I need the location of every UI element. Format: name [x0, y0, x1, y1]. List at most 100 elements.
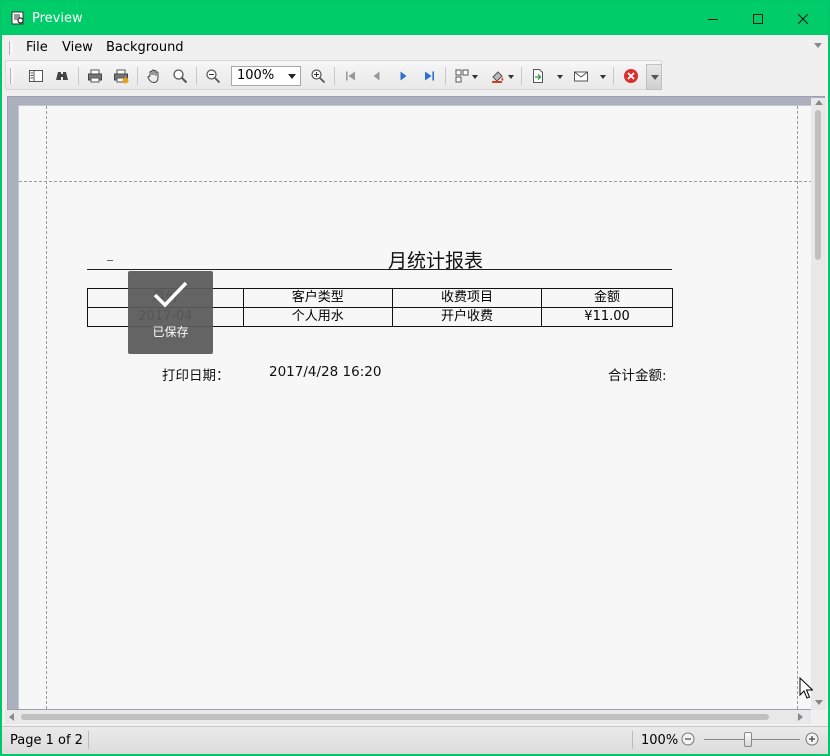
toolbar-separator [613, 67, 614, 85]
zoom-select-value: 100% [237, 68, 275, 83]
toolbar-grip[interactable] [10, 68, 13, 84]
close-button[interactable] [780, 2, 826, 35]
margin-guide-top [19, 181, 817, 182]
scroll-up-icon[interactable] [815, 100, 823, 105]
hand-tool-icon [147, 69, 159, 84]
toolbar-separator [78, 67, 79, 85]
horizontal-scroll-thumb[interactable] [21, 714, 769, 720]
first-page-button[interactable] [340, 65, 362, 87]
chevron-down-icon [288, 74, 296, 79]
zoom-out-icon[interactable] [681, 732, 695, 746]
toolbar-separator [137, 67, 138, 85]
window-title: Preview [32, 11, 83, 26]
margin-guide-right [797, 106, 798, 709]
menu-background[interactable]: Background [106, 40, 184, 55]
multiple-pages-icon [455, 69, 469, 83]
app-icon [11, 11, 24, 25]
zoom-in-icon [311, 69, 326, 84]
menu-bar: File View Background [2, 35, 828, 60]
print-date-label: 打印日期： [162, 368, 230, 384]
status-separator [632, 731, 633, 749]
previous-page-icon [373, 71, 380, 81]
document-map-button[interactable] [25, 65, 47, 87]
title-bar: Preview [2, 2, 828, 35]
scroll-left-icon[interactable] [9, 713, 14, 721]
saved-toast-text: 已保存 [152, 325, 189, 339]
preview-window: Preview File View Background 100% 月统计报表 … [0, 0, 830, 756]
status-separator [88, 731, 89, 749]
last-page-button[interactable] [418, 65, 440, 87]
toolbar-separator [445, 67, 446, 85]
zoom-slider-track [704, 739, 800, 740]
close-icon [798, 13, 808, 24]
email-button[interactable] [570, 65, 592, 87]
print-button[interactable] [84, 65, 106, 87]
zoom-select[interactable]: 100% [231, 66, 301, 86]
zoom-slider-thumb[interactable] [744, 732, 752, 747]
scroll-right-icon[interactable] [798, 713, 803, 721]
find-button[interactable] [51, 65, 73, 87]
export-button[interactable] [527, 65, 549, 87]
margin-guide-left [46, 106, 47, 709]
maximize-button[interactable] [735, 2, 781, 35]
export-icon [533, 69, 543, 83]
zoom-out-button[interactable] [202, 65, 224, 87]
find-binoculars-icon [56, 72, 68, 80]
minimize-icon [708, 18, 718, 20]
chevron-down-icon[interactable] [600, 75, 606, 79]
email-icon [574, 71, 588, 82]
checkmark-icon [153, 281, 188, 308]
print-icon [88, 69, 102, 83]
previous-page-button[interactable] [366, 65, 388, 87]
zoom-slider[interactable] [704, 732, 800, 748]
quick-print-icon [114, 69, 129, 84]
first-page-icon [346, 71, 355, 81]
zoom-out-icon [206, 69, 221, 84]
chevron-down-icon[interactable] [472, 75, 478, 79]
table-cell: 收费项目 [391, 288, 543, 308]
maximize-icon [753, 13, 763, 24]
multiple-pages-button[interactable] [451, 65, 473, 87]
minimize-button[interactable] [690, 2, 736, 35]
header-mark [107, 260, 113, 261]
saved-toast: 已保存 [128, 271, 213, 354]
title-rule [87, 269, 672, 270]
menu-grip[interactable] [9, 41, 12, 55]
menu-view[interactable]: View [62, 40, 93, 55]
table-cell: 客户类型 [242, 288, 393, 308]
color-fill-button[interactable] [487, 65, 509, 87]
magnifier-icon [173, 69, 188, 84]
toolbar-overflow-button[interactable] [646, 64, 662, 90]
toolbar: 100% [5, 60, 662, 90]
vertical-scroll-thumb[interactable] [815, 110, 821, 260]
hand-tool-button[interactable] [143, 65, 165, 87]
table-cell: 个人用水 [242, 307, 393, 327]
zoom-in-icon[interactable] [805, 732, 819, 746]
toolbar-separator [334, 67, 335, 85]
toolbar-separator [521, 67, 522, 85]
toolbar-separator [196, 67, 197, 85]
chevron-down-icon[interactable] [557, 75, 563, 79]
zoom-in-button[interactable] [307, 65, 329, 87]
document-map-icon [29, 70, 43, 82]
horizontal-scrollbar[interactable] [5, 710, 811, 724]
color-fill-icon [492, 71, 504, 83]
scroll-down-icon[interactable] [815, 700, 823, 705]
print-date-value: 2017/4/28 16:20 [269, 364, 382, 380]
table-cell: ¥11.00 [541, 307, 673, 327]
next-page-button[interactable] [392, 65, 414, 87]
preview-area[interactable]: 月统计报表 月份 客户类型 收费项目 金额 2017-04 个人用水 开户收费 … [7, 96, 825, 710]
mouse-cursor-icon [799, 677, 813, 699]
menu-file[interactable]: File [26, 40, 48, 55]
last-page-icon [425, 71, 434, 81]
table-cell: 金额 [541, 288, 673, 308]
magnifier-button[interactable] [169, 65, 191, 87]
menu-overflow-icon[interactable] [814, 43, 822, 48]
vertical-scrollbar[interactable] [811, 98, 826, 710]
report-page: 月统计报表 月份 客户类型 收费项目 金额 2017-04 个人用水 开户收费 … [18, 105, 818, 709]
close-preview-button[interactable] [620, 65, 642, 87]
next-page-icon [400, 71, 407, 81]
chevron-down-icon[interactable] [508, 75, 514, 79]
status-bar: Page 1 of 2 100% [2, 726, 828, 754]
quick-print-button[interactable] [110, 65, 132, 87]
